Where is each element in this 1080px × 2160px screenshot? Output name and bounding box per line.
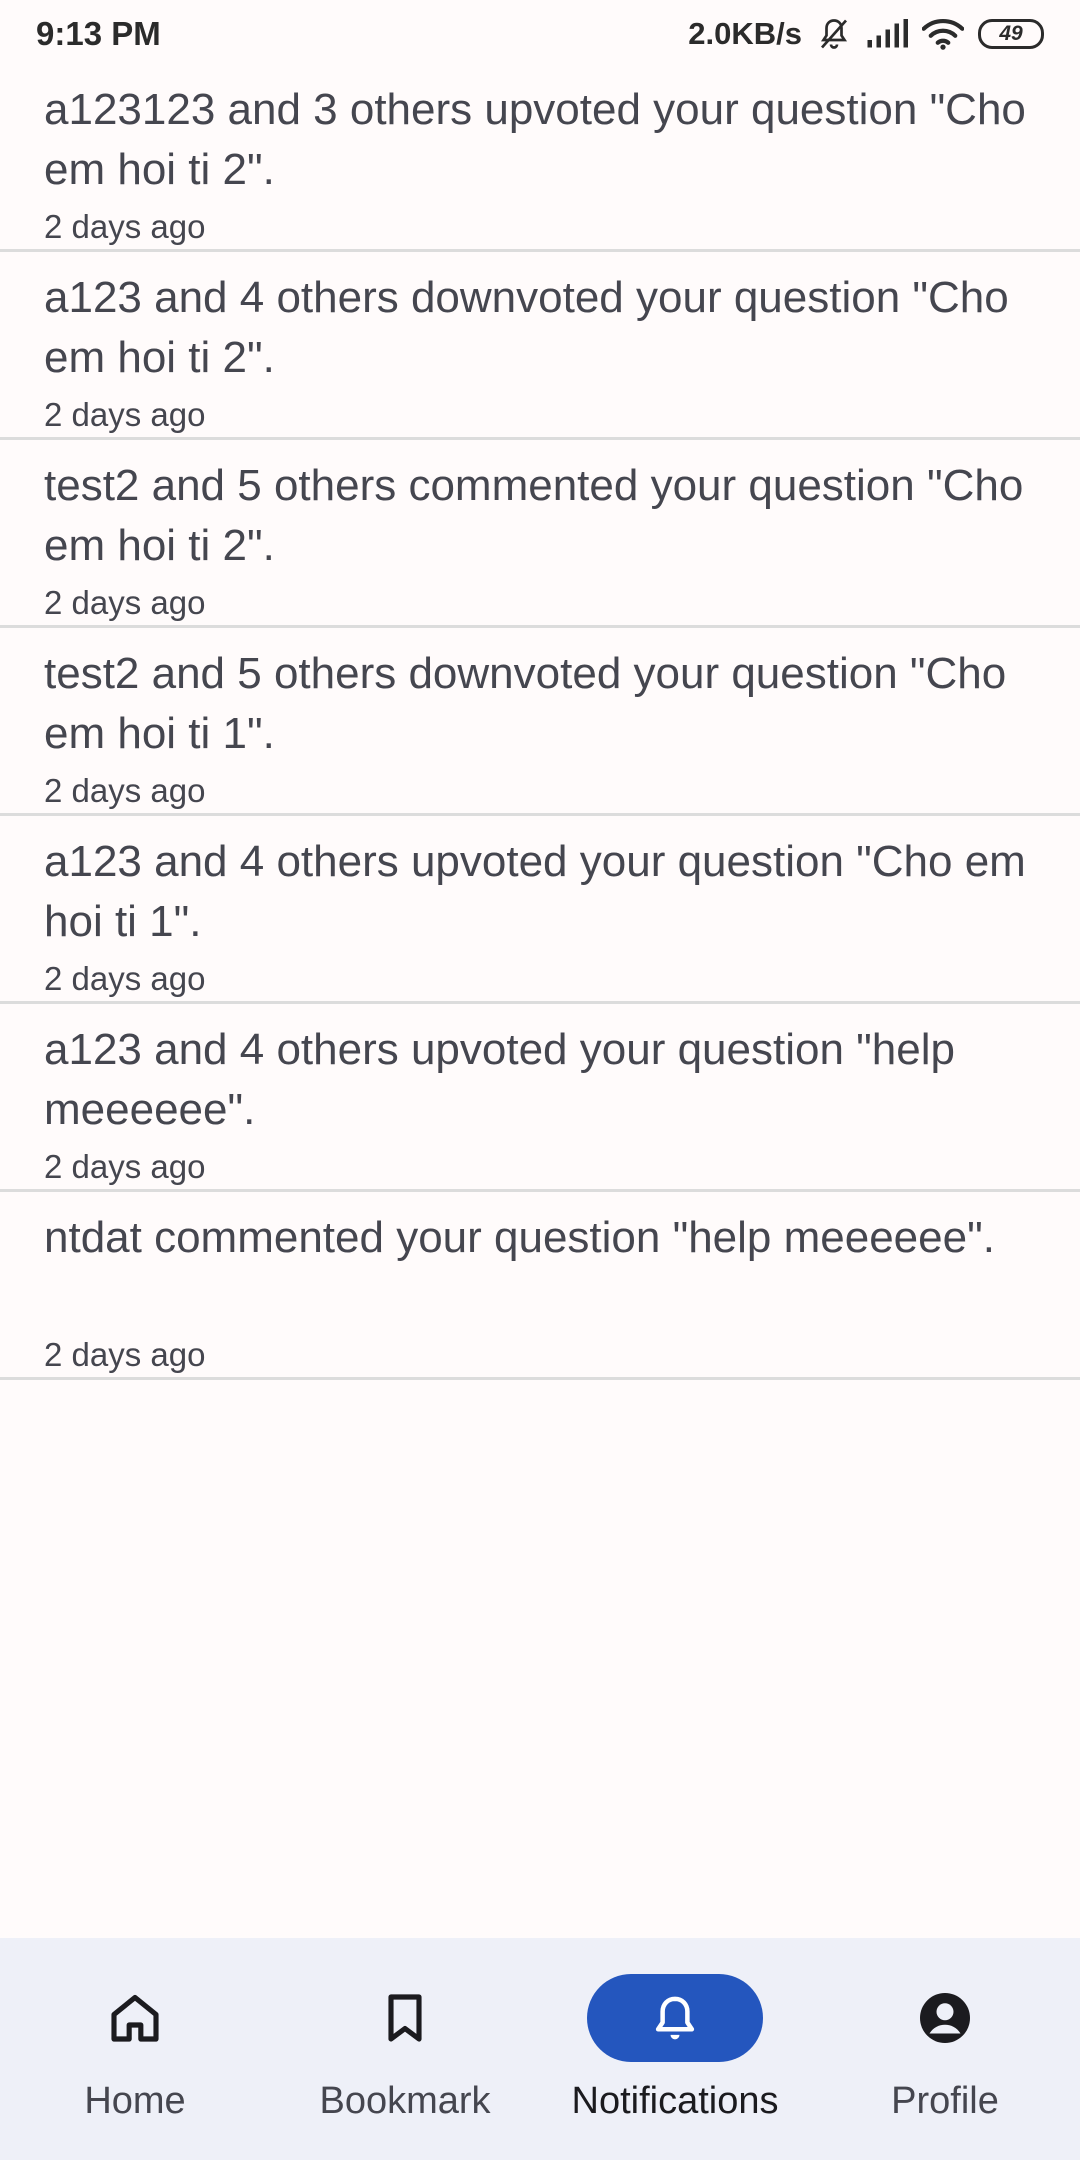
nav-label-home: Home	[84, 2080, 186, 2122]
notification-item[interactable]: a123 and 4 others upvoted your question …	[0, 1004, 1080, 1192]
profile-icon	[920, 1993, 970, 2043]
nav-indicator	[47, 1974, 223, 2062]
nav-item-profile[interactable]: Profile	[810, 1938, 1080, 2160]
home-icon	[111, 1994, 159, 2042]
notification-item[interactable]: test2 and 5 others commented your questi…	[0, 440, 1080, 628]
notification-list: a123123 and 3 others upvoted your questi…	[0, 64, 1080, 1380]
nav-label-bookmark: Bookmark	[319, 2080, 491, 2122]
nav-indicator	[317, 1974, 493, 2062]
notification-item[interactable]: ntdat commented your question "help meee…	[0, 1192, 1080, 1380]
notification-time: 2 days ago	[44, 772, 206, 809]
status-icons: 2.0KB/s 49	[688, 16, 1044, 52]
nav-label-notifications: Notifications	[571, 2080, 779, 2122]
notifications-screen: 9:13 PM 2.0KB/s 49 a123123 and 3 others …	[0, 0, 1080, 2160]
nav-item-notifications[interactable]: Notifications	[540, 1938, 810, 2160]
notification-text: ntdat commented your question "help meee…	[44, 1213, 995, 1262]
notification-item[interactable]: test2 and 5 others downvoted your questi…	[0, 628, 1080, 816]
notification-time: 2 days ago	[44, 584, 206, 621]
notification-item[interactable]: a123 and 4 others downvoted your questio…	[0, 252, 1080, 440]
network-speed: 2.0KB/s	[688, 16, 802, 51]
battery-icon: 49	[978, 19, 1044, 49]
nav-indicator	[857, 1974, 1033, 2062]
notification-time: 2 days ago	[44, 208, 206, 245]
notification-time: 2 days ago	[44, 1336, 206, 1373]
notification-text: a123 and 4 others upvoted your question …	[44, 1025, 955, 1134]
notification-text: a123 and 4 others downvoted your questio…	[44, 273, 1009, 382]
bell-icon	[655, 1996, 695, 2040]
notification-item[interactable]: a123123 and 3 others upvoted your questi…	[0, 64, 1080, 252]
status-bar: 9:13 PM 2.0KB/s 49	[0, 0, 1080, 68]
muted-bell-icon	[820, 19, 848, 49]
status-time: 9:13 PM	[36, 15, 161, 52]
bottom-navigation: Home Bookmark Notifications Profile	[0, 1938, 1080, 2160]
bookmark-icon	[388, 1994, 422, 2042]
notification-time: 2 days ago	[44, 960, 206, 997]
notification-text: test2 and 5 others downvoted your questi…	[44, 649, 1007, 758]
notification-item[interactable]: a123 and 4 others upvoted your question …	[0, 816, 1080, 1004]
nav-label-profile: Profile	[891, 2080, 999, 2122]
notification-time: 2 days ago	[44, 396, 206, 433]
cell-signal-icon	[867, 19, 908, 48]
notification-text: a123123 and 3 others upvoted your questi…	[44, 85, 1026, 194]
nav-indicator-active	[587, 1974, 763, 2062]
battery-level: 49	[999, 22, 1023, 45]
wifi-icon	[922, 18, 964, 50]
nav-item-home[interactable]: Home	[0, 1938, 270, 2160]
nav-item-bookmark[interactable]: Bookmark	[270, 1938, 540, 2160]
notification-text: a123 and 4 others upvoted your question …	[44, 837, 1026, 946]
notification-time: 2 days ago	[44, 1148, 206, 1185]
notification-text: test2 and 5 others commented your questi…	[44, 461, 1024, 570]
